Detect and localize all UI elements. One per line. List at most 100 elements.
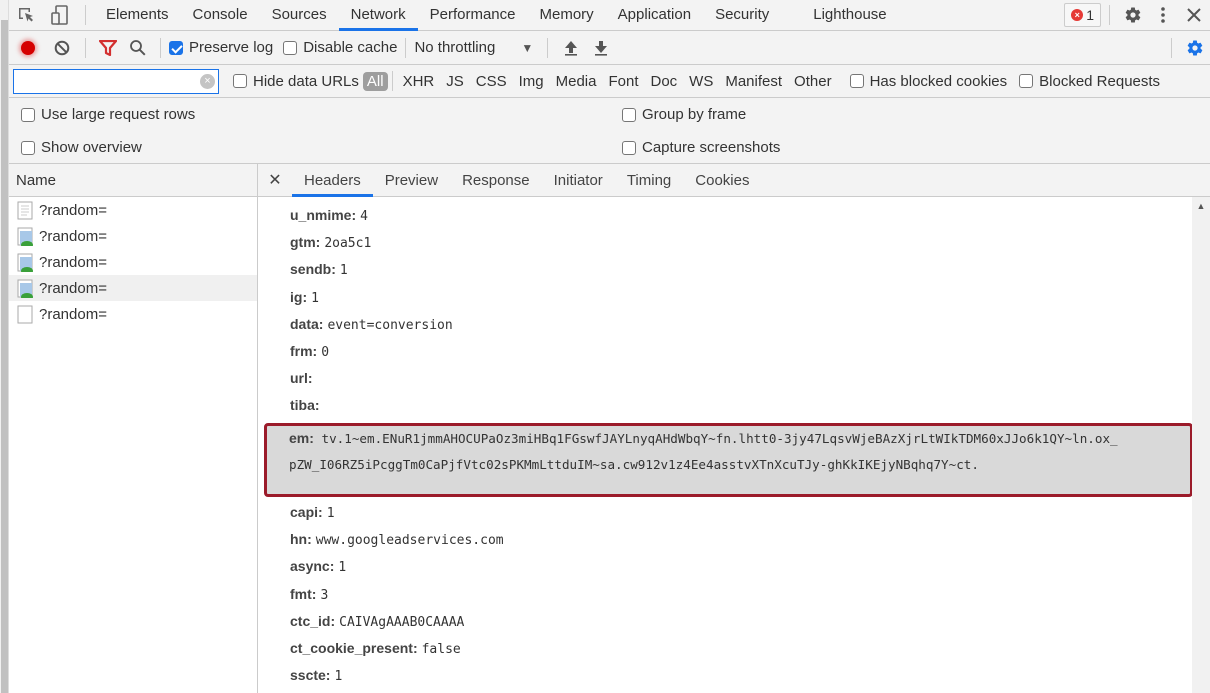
show-overview-checkbox[interactable]: Show overview: [21, 139, 142, 156]
tab-memory[interactable]: Memory: [528, 0, 606, 31]
disable-cache-checkbox[interactable]: Disable cache: [283, 39, 397, 56]
blocked-requests-box[interactable]: [1019, 74, 1034, 88]
export-har-icon[interactable]: [586, 31, 616, 65]
clear-filter-icon[interactable]: ×: [200, 73, 215, 89]
divider: [85, 5, 86, 25]
detail-tabs: ✕ Headers Preview Response Initiator Timing C…: [258, 164, 1210, 197]
preserve-log-box[interactable]: [169, 40, 183, 55]
detail-tab-preview[interactable]: Preview: [373, 164, 450, 197]
hide-data-urls-checkbox[interactable]: Hide data URLs: [233, 73, 359, 90]
inspect-element-icon[interactable]: [9, 0, 43, 31]
filter-type-js[interactable]: JS: [440, 73, 470, 90]
request-row[interactable]: ?random=: [9, 223, 257, 249]
request-row[interactable]: ?random=: [9, 275, 257, 301]
show-overview-box[interactable]: [21, 140, 35, 155]
name-column-header[interactable]: Name: [9, 164, 257, 197]
query-param: sendb: 1: [290, 261, 348, 278]
settings-gear-icon[interactable]: [1118, 0, 1148, 31]
tab-application[interactable]: Application: [606, 0, 703, 31]
filter-input-wrap[interactable]: ×: [13, 68, 219, 94]
detail-tab-response[interactable]: Response: [450, 164, 542, 197]
detail-tab-initiator[interactable]: Initiator: [542, 164, 615, 197]
more-options-icon[interactable]: [1148, 0, 1178, 31]
close-devtools-icon[interactable]: [1178, 0, 1210, 31]
filter-type-all[interactable]: All: [362, 71, 388, 91]
divider: [391, 71, 393, 91]
detail-tab-headers[interactable]: Headers: [292, 164, 373, 197]
disable-cache-box[interactable]: [283, 40, 298, 55]
filter-type-ws[interactable]: WS: [683, 73, 719, 90]
param-value: 0: [321, 345, 330, 360]
tab-sources[interactable]: Sources: [260, 0, 339, 31]
filter-type-img[interactable]: Img: [513, 73, 550, 90]
capture-screenshots-box[interactable]: [622, 140, 636, 155]
scrollbar-thumb[interactable]: [1, 20, 8, 693]
param-key: url:: [290, 370, 313, 387]
filter-bar: × Hide data URLs All XHR JS CSS Img Media Font…: [9, 65, 1210, 98]
preserve-log-label: Preserve log: [189, 39, 274, 56]
use-large-rows-box[interactable]: [21, 107, 35, 122]
hide-data-urls-box[interactable]: [233, 74, 247, 88]
blocked-requests-checkbox[interactable]: Blocked Requests: [1019, 73, 1160, 90]
group-by-frame-checkbox[interactable]: Group by frame: [622, 106, 746, 123]
capture-screenshots-checkbox[interactable]: Capture screenshots: [622, 139, 780, 156]
close-detail-icon[interactable]: ✕: [258, 164, 292, 197]
request-row[interactable]: ?random=: [9, 249, 257, 275]
filter-type-manifest[interactable]: Manifest: [719, 73, 788, 90]
request-detail-pane: ✕ Headers Preview Response Initiator Timing C…: [258, 164, 1210, 693]
has-blocked-cookies-label: Has blocked cookies: [869, 72, 1008, 90]
filter-type-xhr[interactable]: XHR: [397, 73, 441, 90]
tab-console[interactable]: Console: [181, 0, 260, 31]
detail-tab-cookies[interactable]: Cookies: [683, 164, 761, 197]
image-file-icon: [17, 253, 33, 272]
has-blocked-cookies-checkbox[interactable]: Has blocked cookies: [849, 72, 1008, 90]
param-value: 1: [326, 506, 335, 521]
has-blocked-cookies-box[interactable]: [849, 74, 864, 88]
query-param: frm: 0: [290, 343, 329, 360]
blank-file-icon: [17, 305, 33, 324]
document-file-icon: [17, 201, 33, 220]
search-icon[interactable]: [122, 31, 152, 65]
image-file-icon: [17, 227, 33, 246]
query-param: tiba:: [290, 397, 324, 414]
device-toolbar-icon[interactable]: [43, 0, 77, 31]
use-large-rows-checkbox[interactable]: Use large request rows: [21, 106, 195, 123]
scroll-up-icon[interactable]: ▲: [1192, 199, 1210, 213]
filter-type-font[interactable]: Font: [602, 73, 644, 90]
filter-input[interactable]: [14, 69, 194, 92]
group-by-frame-box[interactable]: [622, 107, 636, 122]
tab-network[interactable]: Network: [338, 0, 418, 31]
param-key: gtm:: [290, 234, 321, 251]
filter-type-doc[interactable]: Doc: [644, 73, 683, 90]
throttling-select[interactable]: No throttling ▼: [414, 39, 533, 56]
tab-lighthouse[interactable]: Lighthouse: [801, 0, 898, 31]
request-row[interactable]: ?random=: [9, 301, 257, 327]
detail-tab-timing[interactable]: Timing: [615, 164, 683, 197]
preserve-log-checkbox[interactable]: Preserve log: [169, 39, 273, 56]
request-name: ?random=: [39, 279, 107, 297]
tab-security[interactable]: Security: [703, 0, 781, 31]
param-value: 2oa5c1: [324, 236, 372, 252]
clear-icon[interactable]: [47, 31, 77, 65]
error-count: 1: [1086, 7, 1094, 23]
param-key: capi:: [290, 504, 323, 520]
filter-type-css[interactable]: CSS: [470, 73, 513, 90]
network-options: Use large request rows Show overview Gro…: [9, 98, 1210, 164]
filter-type-media[interactable]: Media: [550, 73, 603, 90]
em-value-line1: tv.1~em.ENuR1jmmAHOCUPaOz3miHBq1FGswfJAY…: [321, 431, 1118, 446]
import-har-icon[interactable]: [556, 31, 586, 65]
filter-type-other[interactable]: Other: [788, 73, 838, 90]
tab-performance[interactable]: Performance: [418, 0, 528, 31]
record-icon[interactable]: [9, 31, 47, 65]
param-value: 1: [334, 669, 343, 685]
tab-elements[interactable]: Elements: [94, 0, 181, 31]
network-settings-icon[interactable]: [1180, 31, 1210, 65]
error-badge[interactable]: × 1: [1064, 3, 1101, 27]
image-file-icon: [17, 279, 33, 298]
divider: [85, 37, 86, 58]
request-row[interactable]: ?random=: [9, 197, 257, 223]
filter-icon[interactable]: [94, 31, 122, 65]
left-scrollbar[interactable]: [0, 0, 9, 693]
detail-scrollbar[interactable]: ▲: [1192, 197, 1210, 693]
query-param: url:: [290, 370, 317, 387]
